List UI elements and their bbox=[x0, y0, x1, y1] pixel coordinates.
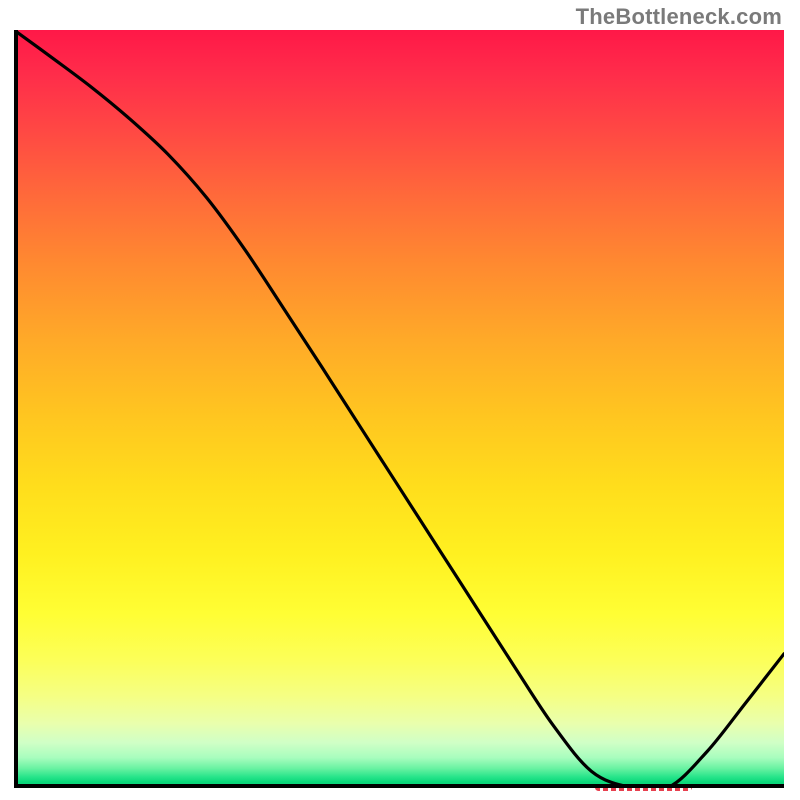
watermark-text: TheBottleneck.com bbox=[576, 4, 782, 30]
plot-wrap bbox=[14, 30, 784, 788]
chart-root: { "watermark": "TheBottleneck.com", "col… bbox=[0, 0, 800, 800]
bottleneck-curve bbox=[14, 30, 784, 788]
optimal-range-marker bbox=[595, 784, 691, 791]
